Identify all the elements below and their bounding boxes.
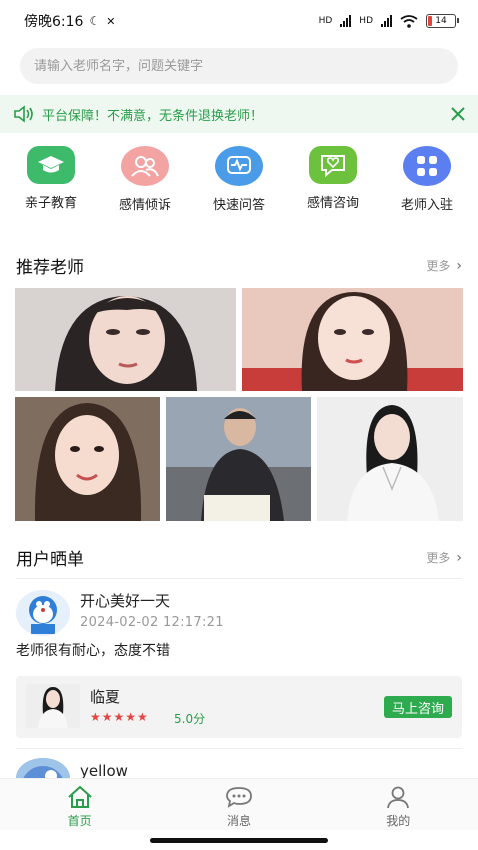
notice-bar: 平台保障！不满意，无条件退换老师！ (0, 95, 478, 133)
home-icon (67, 786, 92, 808)
recommended-header: 推荐老师 更多 › (16, 253, 462, 279)
category-emotional-consult[interactable]: 感情咨询 (288, 146, 378, 216)
chevron-right-icon: › (456, 257, 462, 274)
wifi-icon (400, 14, 418, 28)
search-bar[interactable] (20, 48, 458, 84)
tab-label: 消息 (226, 814, 251, 828)
status-bar: 傍晚6:16 ☾ ✕ HD HD 14 (0, 0, 478, 42)
battery-level: 14 (435, 16, 447, 26)
post-username: 开心美好一天 (80, 592, 171, 610)
category-label: 感情咨询 (306, 196, 359, 211)
graduation-cap-icon (27, 146, 75, 184)
signal-icon (340, 15, 352, 27)
moon-icon: ☾ (89, 14, 101, 28)
star-rating: ★★★★★ (90, 710, 149, 724)
divider (16, 748, 462, 749)
profile-icon (387, 786, 410, 809)
post-content: 老师很有耐心，态度不错 (16, 643, 170, 659)
rating-score: 5.0分 (174, 712, 206, 726)
category-row: 亲子教育 感情倾诉 快速问答 感情咨询 老师入驻 (0, 146, 478, 216)
teacher-photo-2[interactable] (242, 288, 463, 391)
heart-chat-icon (309, 146, 357, 184)
divider (16, 578, 462, 579)
category-teacher-join[interactable]: 老师入驻 (382, 146, 472, 216)
consult-button[interactable]: 马上咨询 (383, 696, 452, 718)
category-label: 感情倾诉 (118, 198, 171, 213)
search-input[interactable] (34, 58, 444, 74)
teacher-photo-1[interactable] (15, 288, 236, 391)
network-label-2: HD (359, 16, 373, 26)
avatar (26, 684, 80, 728)
heartbeat-monitor-icon (215, 146, 263, 186)
teacher-name: 临夏 (90, 688, 121, 706)
speaker-icon (14, 105, 33, 123)
network-label-1: HD (318, 16, 333, 26)
grid-icon (403, 146, 451, 186)
section-title: 用户晒单 (16, 550, 84, 570)
more-label: 更多 (426, 259, 451, 273)
tab-bar: 首页 消息 我的 (0, 778, 478, 830)
battery-icon: 14 (426, 14, 459, 28)
more-link[interactable]: 更多 › (426, 257, 462, 274)
tab-profile[interactable]: 我的 (338, 779, 458, 830)
category-quick-qa[interactable]: 快速问答 (194, 146, 284, 216)
home-indicator (150, 838, 328, 843)
close-icon[interactable] (450, 106, 466, 122)
mute-icon: ✕ (106, 14, 116, 28)
signal-icon-2 (381, 15, 392, 27)
category-parenting[interactable]: 亲子教育 (6, 146, 96, 216)
people-icon (121, 146, 169, 186)
category-emotional-talk[interactable]: 感情倾诉 (100, 146, 190, 216)
category-label: 亲子教育 (24, 196, 77, 211)
section-title: 推荐老师 (16, 258, 84, 278)
tab-home[interactable]: 首页 (20, 779, 140, 830)
chevron-right-icon: › (456, 549, 462, 566)
tab-messages[interactable]: 消息 (179, 779, 299, 830)
status-left: 傍晚6:16 ☾ ✕ (24, 11, 115, 31)
teacher-card[interactable]: 临夏 ★★★★★ 5.0分 马上咨询 (16, 676, 462, 738)
teacher-photo-5[interactable] (317, 397, 463, 521)
tab-label: 我的 (386, 814, 411, 828)
category-label: 老师入驻 (400, 198, 453, 213)
message-icon (226, 787, 252, 808)
category-label: 快速问答 (212, 198, 265, 213)
teacher-photo-3[interactable] (15, 397, 160, 521)
tab-label: 首页 (67, 814, 92, 828)
more-link[interactable]: 更多 › (426, 549, 462, 566)
post-time: 2024-02-02 12:17:21 (80, 615, 224, 630)
teacher-photo-4[interactable] (166, 397, 311, 521)
avatar[interactable] (16, 590, 70, 636)
showcase-header: 用户晒单 更多 › (16, 545, 462, 571)
more-label: 更多 (426, 551, 451, 565)
status-time: 傍晚6:16 (24, 14, 84, 30)
notice-text: 平台保障！不满意，无条件退换老师！ (42, 108, 264, 124)
status-right: HD HD 14 (318, 14, 459, 28)
